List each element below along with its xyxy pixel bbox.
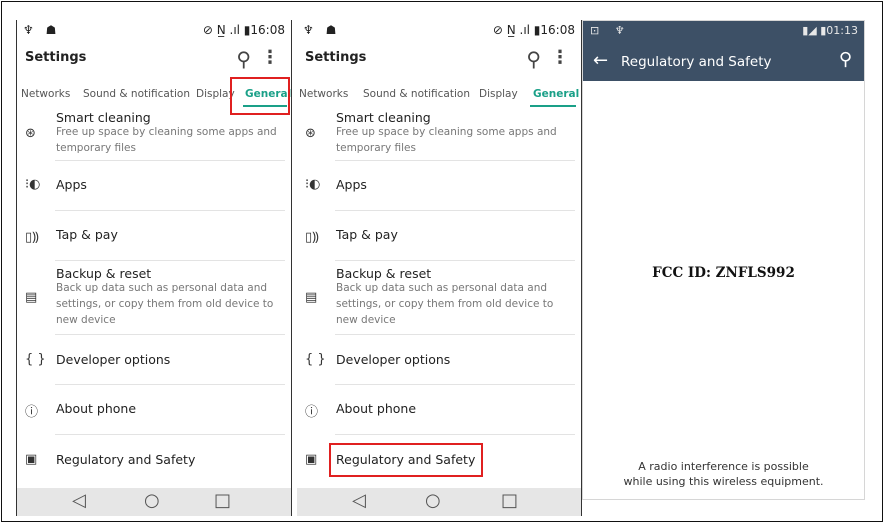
more-options-icon[interactable]: ⋮ bbox=[261, 47, 279, 68]
tab-display[interactable]: Display bbox=[479, 88, 518, 100]
more-options-icon[interactable]: ⋮ bbox=[551, 47, 569, 68]
apps-icon: ⁝◐ bbox=[25, 177, 41, 192]
divider bbox=[335, 384, 575, 385]
radio-interference-notice: A radio interference is possible while u… bbox=[583, 459, 864, 489]
status-right: ⊘ N̲ .ıl ▮16:08 bbox=[203, 23, 285, 37]
status-right: ▮◢ ▮01:13 bbox=[802, 24, 858, 37]
status-right: ⊘ N̲ .ıl ▮16:08 bbox=[493, 23, 575, 37]
status-bar: ⊡ ♆ ▮◢ ▮01:13 bbox=[583, 21, 864, 41]
tab-networks[interactable]: Networks bbox=[299, 88, 348, 100]
navigation-bar: ◁ ○ □ bbox=[297, 488, 581, 516]
regulatory-icon: ▣ bbox=[25, 452, 38, 467]
item-title: Tap & pay bbox=[56, 227, 118, 242]
divider bbox=[335, 434, 575, 435]
status-time: 01:13 bbox=[826, 24, 858, 37]
page-title: Regulatory and Safety bbox=[621, 54, 772, 70]
home-nav-icon[interactable]: ○ bbox=[425, 490, 441, 511]
active-tab-indicator bbox=[530, 105, 576, 107]
highlight-regulatory-item bbox=[329, 443, 483, 477]
back-nav-icon[interactable]: ◁ bbox=[72, 490, 86, 511]
tab-sound-notification[interactable]: Sound & notification bbox=[363, 88, 470, 100]
tab-networks[interactable]: Networks bbox=[21, 88, 70, 100]
divider bbox=[335, 260, 575, 261]
settings-panel-regulatory-highlight: ♆ ☗ ⊘ N̲ .ıl ▮16:08 Settings ⚲ ⋮ Network… bbox=[297, 20, 582, 516]
status-left-icons: ⊡ ♆ bbox=[590, 24, 631, 37]
divider bbox=[55, 334, 285, 335]
home-nav-icon[interactable]: ○ bbox=[144, 490, 160, 511]
app-bar: Settings ⚲ ⋮ bbox=[17, 40, 291, 80]
settings-panel-general-tab: ♆ ☗ ⊘ N̲ .ıl ▮16:08 Settings ⚲ ⋮ Network… bbox=[16, 20, 292, 516]
status-bar: ♆ ☗ ⊘ N̲ .ıl ▮16:08 bbox=[297, 20, 581, 40]
info-icon: ⓘ bbox=[25, 405, 39, 420]
item-title: About phone bbox=[336, 401, 417, 416]
tab-display[interactable]: Display bbox=[196, 88, 235, 100]
item-title: Apps bbox=[56, 177, 87, 192]
item-title: Backup & reset bbox=[56, 266, 152, 281]
status-icons: ⊘ N̲ .ıl ▮ bbox=[202, 23, 251, 37]
tab-general[interactable]: General bbox=[533, 88, 579, 100]
info-icon: ⓘ bbox=[305, 405, 319, 420]
item-title: Backup & reset bbox=[336, 266, 432, 281]
divider bbox=[55, 384, 285, 385]
divider bbox=[335, 210, 575, 211]
status-left-icons: ♆ ☗ bbox=[23, 23, 61, 37]
divider bbox=[335, 160, 575, 161]
highlight-general-tab bbox=[230, 77, 290, 115]
divider bbox=[55, 434, 285, 435]
page-title: Settings bbox=[305, 50, 367, 65]
smart-cleaning-icon: ⊛ bbox=[305, 126, 316, 141]
apps-icon: ⁝◐ bbox=[305, 177, 321, 192]
search-icon[interactable]: ⚲ bbox=[839, 49, 852, 70]
tap-pay-icon: ▯⸩ bbox=[305, 230, 319, 245]
app-bar: ← Regulatory and Safety ⚲ bbox=[583, 41, 864, 81]
item-title: Smart cleaning bbox=[56, 110, 151, 125]
back-arrow-icon[interactable]: ← bbox=[593, 50, 608, 71]
status-time: 16:08 bbox=[540, 23, 575, 37]
item-description: Free up space by cleaning some apps and … bbox=[336, 126, 557, 154]
divider bbox=[55, 210, 285, 211]
item-title: Smart cleaning bbox=[336, 110, 431, 125]
recents-nav-icon[interactable]: □ bbox=[214, 490, 231, 511]
regulatory-safety-screen: ⊡ ♆ ▮◢ ▮01:13 ← Regulatory and Safety ⚲ … bbox=[582, 20, 865, 500]
regulatory-icon: ▣ bbox=[305, 452, 318, 467]
back-nav-icon[interactable]: ◁ bbox=[352, 490, 366, 511]
notice-line-1: A radio interference is possible bbox=[638, 460, 809, 473]
status-icons: ▮◢ ▮ bbox=[802, 24, 827, 37]
status-time: 16:08 bbox=[250, 23, 285, 37]
item-title: About phone bbox=[56, 401, 137, 416]
divider bbox=[55, 160, 285, 161]
tab-bar: Networks Sound & notification Display Ge… bbox=[297, 80, 581, 110]
item-title: Regulatory and Safety bbox=[56, 452, 196, 467]
status-left-icons: ♆ ☗ bbox=[303, 23, 341, 37]
developer-icon: { } bbox=[305, 352, 326, 367]
backup-icon: ▤ bbox=[305, 290, 318, 305]
search-icon[interactable]: ⚲ bbox=[236, 47, 251, 71]
navigation-bar: ◁ ○ □ bbox=[17, 488, 291, 516]
status-bar: ♆ ☗ ⊘ N̲ .ıl ▮16:08 bbox=[17, 20, 291, 40]
app-bar: Settings ⚲ ⋮ bbox=[297, 40, 581, 80]
tab-sound-notification[interactable]: Sound & notification bbox=[83, 88, 190, 100]
item-title: Developer options bbox=[56, 352, 171, 367]
fcc-id-label: FCC ID: ZNFLS992 bbox=[652, 265, 795, 281]
developer-icon: { } bbox=[25, 352, 46, 367]
item-title: Developer options bbox=[336, 352, 451, 367]
item-title: Apps bbox=[336, 177, 367, 192]
divider bbox=[335, 334, 575, 335]
smart-cleaning-icon: ⊛ bbox=[25, 126, 36, 141]
item-description: Free up space by cleaning some apps and … bbox=[56, 126, 277, 154]
search-icon[interactable]: ⚲ bbox=[526, 47, 541, 71]
item-description: Back up data such as personal data and s… bbox=[56, 282, 274, 326]
item-title: Tap & pay bbox=[336, 227, 398, 242]
notice-line-2: while using this wireless equipment. bbox=[623, 475, 824, 488]
backup-icon: ▤ bbox=[25, 290, 38, 305]
tap-pay-icon: ▯⸩ bbox=[25, 230, 39, 245]
status-icons: ⊘ N̲ .ıl ▮ bbox=[492, 23, 541, 37]
recents-nav-icon[interactable]: □ bbox=[501, 490, 518, 511]
page-title: Settings bbox=[25, 50, 87, 65]
divider bbox=[55, 260, 285, 261]
item-description: Back up data such as personal data and s… bbox=[336, 282, 554, 326]
